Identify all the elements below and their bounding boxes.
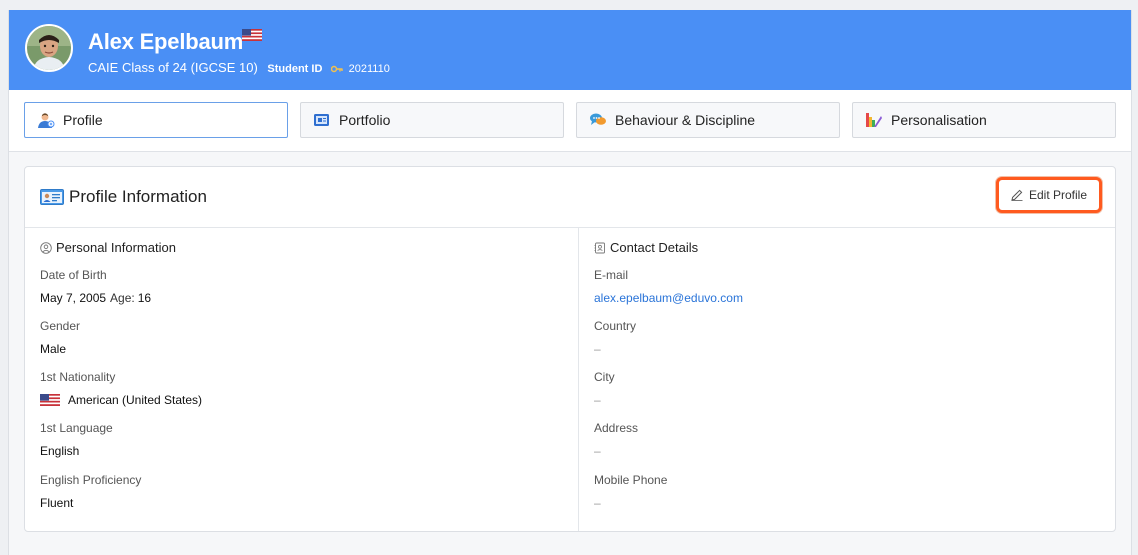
nationality-field: 1st Nationality American (United States) [40, 370, 202, 407]
mobile-value: – [594, 496, 601, 510]
contact-book-icon [594, 242, 605, 253]
contact-details-section: Contact Details E-mail alex.epelbaum@edu… [579, 228, 1115, 531]
email-link[interactable]: alex.epelbaum@eduvo.com [594, 291, 743, 305]
country-field: Country – [594, 319, 636, 356]
pencil-icon [1011, 189, 1023, 201]
class-line: CAIE Class of 24 (IGCSE 10) [88, 60, 258, 75]
language-label: 1st Language [40, 421, 113, 435]
profile-information-card: Profile Information Edit Profile Persona… [24, 166, 1116, 532]
edit-profile-button[interactable]: Edit Profile [996, 177, 1102, 213]
city-field: City – [594, 370, 615, 407]
us-flag-icon [40, 394, 60, 406]
dob-value: May 7, 2005 [40, 291, 107, 305]
edit-profile-label: Edit Profile [1028, 188, 1088, 202]
gender-field: Gender Male [40, 319, 80, 356]
personal-information-title: Personal Information [40, 240, 176, 255]
dob-value-row: May 7, 2005 Age: 16 [40, 291, 151, 305]
gender-label: Gender [40, 319, 81, 333]
id-card-icon [40, 189, 64, 210]
country-value: – [594, 342, 601, 356]
profile-header: Alex Epelbaum CAIE Class of 24 (IGCSE 10… [9, 10, 1131, 90]
tab-label: Portfolio [339, 112, 391, 128]
tab-profile[interactable]: Profile [24, 102, 288, 138]
proficiency-label: English Proficiency [40, 473, 142, 487]
email-field: E-mail alex.epelbaum@eduvo.com [594, 268, 743, 305]
nationality-label: 1st Nationality [40, 370, 116, 384]
address-value: – [594, 444, 601, 458]
city-label: City [594, 370, 615, 384]
tab-label: Profile [63, 112, 103, 128]
dob-label: Date of Birth [40, 268, 107, 282]
portfolio-icon [313, 112, 331, 128]
person-circle-icon [40, 241, 52, 254]
behaviour-icon [589, 112, 607, 128]
key-icon [330, 61, 347, 76]
address-field: Address – [594, 421, 638, 458]
dob-field: Date of Birth May 7, 2005 Age: 16 [40, 268, 151, 305]
personal-information-section: Personal Information Date of Birth May 7… [25, 228, 579, 531]
tab-label: Behaviour & Discipline [615, 112, 756, 128]
student-subtitle: CAIE Class of 24 (IGCSE 10) Student ID 2… [88, 60, 390, 76]
city-value: – [594, 393, 601, 407]
proficiency-field: English Proficiency Fluent [40, 473, 141, 510]
mobile-label: Mobile Phone [594, 473, 668, 487]
us-flag-icon [242, 28, 262, 46]
contact-details-title: Contact Details [594, 240, 698, 255]
tab-behaviour-discipline[interactable]: Behaviour & Discipline [576, 102, 840, 138]
avatar [25, 24, 73, 72]
country-label: Country [594, 319, 637, 333]
profile-tabs: Profile Portfolio Behaviour & Discipline… [9, 90, 1131, 152]
student-id-value: 2021110 [348, 63, 390, 75]
email-label: E-mail [594, 268, 629, 282]
mobile-field: Mobile Phone – [594, 473, 667, 510]
tab-label: Personalisation [891, 112, 987, 128]
nationality-value: American (United States) [68, 393, 203, 407]
tab-portfolio[interactable]: Portfolio [300, 102, 564, 138]
personalisation-icon [865, 112, 883, 128]
profile-icon [37, 112, 55, 128]
language-value: English [40, 444, 80, 458]
language-field: 1st Language English [40, 421, 113, 458]
student-id-label: Student ID [267, 63, 323, 75]
gender-value: Male [40, 342, 67, 356]
card-title: Profile Information [69, 187, 207, 206]
student-profile-page: Alex Epelbaum CAIE Class of 24 (IGCSE 10… [8, 10, 1132, 555]
age-label: Age: [110, 291, 135, 305]
student-name: Alex Epelbaum [88, 29, 244, 54]
age-value: 16 [137, 291, 152, 305]
tab-personalisation[interactable]: Personalisation [852, 102, 1116, 138]
nationality-value-row: American (United States) [40, 393, 202, 407]
proficiency-value: Fluent [40, 496, 74, 510]
address-label: Address [594, 421, 639, 435]
card-header: Profile Information Edit Profile [25, 167, 1115, 228]
